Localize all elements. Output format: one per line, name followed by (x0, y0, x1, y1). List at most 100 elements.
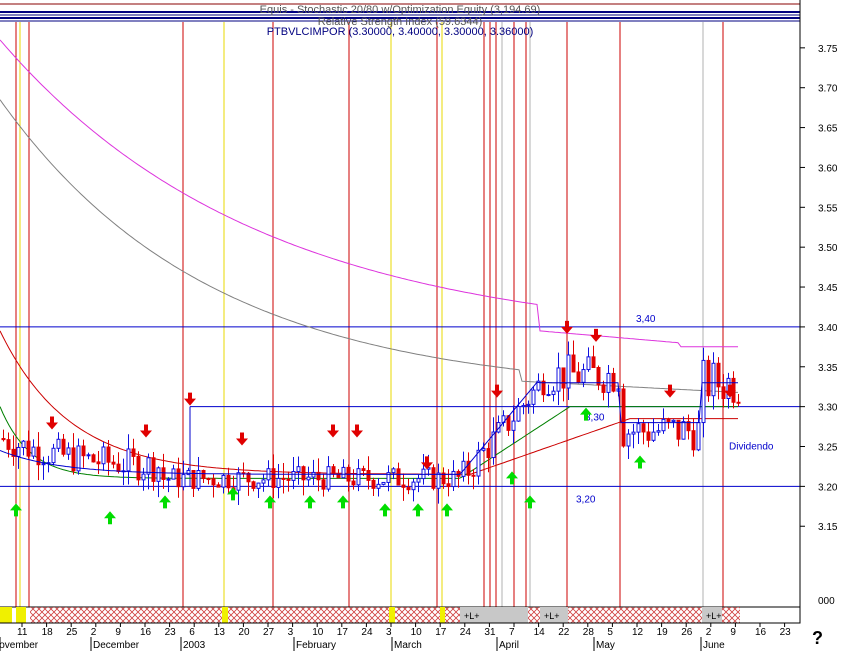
candle-body (421, 468, 426, 480)
candle-body (436, 472, 441, 489)
candle-body (201, 469, 206, 480)
candle-body (556, 367, 561, 392)
candle-body (471, 474, 476, 477)
candle-body (676, 419, 681, 440)
y-tick-label: 3.20 (818, 482, 838, 493)
candle-body (211, 478, 216, 486)
trade-marker-0: +L+ (464, 611, 480, 621)
candle-body (126, 448, 131, 472)
candle-body (521, 404, 526, 408)
x-tick-label: 12 (632, 627, 644, 638)
candle-body (446, 483, 451, 488)
candle-body (56, 438, 61, 449)
candle-body (51, 447, 56, 464)
help-icon[interactable]: ? (812, 628, 823, 649)
candle-body (306, 476, 311, 481)
trade-marker-2: +L+ (706, 611, 722, 621)
candle-body (6, 439, 11, 450)
x-tick-label: 22 (558, 627, 570, 638)
candle-body (721, 386, 726, 400)
candle-body (636, 423, 641, 433)
x-tick-label: 3 (386, 627, 392, 638)
y-tick-label: 3.30 (818, 403, 838, 414)
candle-body (331, 466, 336, 475)
x-tick-label: 3 (288, 627, 294, 638)
candle-body (701, 359, 706, 424)
x-tick-label: 27 (263, 627, 275, 638)
candle-body (411, 481, 416, 491)
x-tick-label: 26 (681, 627, 693, 638)
candle-body (161, 467, 166, 480)
candle-body (141, 473, 146, 481)
candle-body (206, 478, 211, 481)
x-tick-label: 17 (435, 627, 447, 638)
x-tick-label: 18 (42, 627, 54, 638)
candle-body (396, 468, 401, 486)
candle-body (1, 438, 6, 441)
security-title: PTBVLCIMPOR (3.30000, 3.40000, 3.30000, … (266, 26, 534, 38)
candle-body (106, 446, 111, 463)
candle-body (366, 470, 371, 481)
candle-body (151, 457, 156, 482)
x-tick-label: 7 (509, 627, 515, 638)
candle-body (216, 484, 221, 488)
x-month-label: December (93, 640, 140, 651)
x-month-label: November (0, 640, 39, 651)
candle-body (586, 356, 591, 371)
candle-body (451, 470, 456, 488)
x-month-label: April (499, 640, 519, 651)
candle-body (631, 431, 636, 435)
candle-body (41, 463, 46, 466)
y-tick-label: 3.40 (818, 323, 838, 334)
x-tick-label: 19 (657, 627, 669, 638)
x-tick-label: 14 (534, 627, 546, 638)
candle-body (576, 371, 581, 383)
candle-body (176, 468, 181, 488)
trade-strip-yellow-3 (389, 607, 395, 623)
indicator-title-stochastic: Equis - Stochastic 20/80 w/Optimization … (259, 4, 541, 16)
candle-body (696, 422, 701, 451)
candle-body (251, 481, 256, 489)
x-tick-label: 13 (214, 627, 226, 638)
candle-body (81, 445, 86, 457)
candle-body (341, 466, 346, 479)
y-tick-label: 3.25 (818, 443, 838, 454)
level-label-3-40: 3,40 (636, 314, 656, 325)
price-chart: 3,403,303,20Dividendo3.153.203.253.303.3… (0, 0, 838, 651)
candle-body (156, 467, 161, 482)
x-tick-label: 17 (337, 627, 349, 638)
candle-body (601, 384, 606, 393)
candle-body (111, 461, 116, 465)
x-tick-label: 11 (17, 627, 28, 638)
candle-body (31, 446, 36, 457)
x-month-label: March (394, 640, 422, 651)
candle-body (181, 474, 186, 488)
candle-body (96, 461, 101, 465)
candle-body (76, 445, 81, 472)
y-tick-label: 3.60 (818, 163, 838, 174)
candle-body (406, 486, 411, 491)
y-tick-label: 3.55 (818, 203, 838, 214)
candle-body (621, 388, 626, 447)
y-tick-label: 3.70 (818, 84, 838, 95)
x-tick-label: 6 (189, 627, 195, 638)
x-month-label: June (703, 640, 725, 651)
candle-body (301, 466, 306, 481)
x-tick-label: 23 (780, 627, 792, 638)
candle-body (691, 430, 696, 451)
y-tick-label: 3.75 (818, 44, 838, 55)
level-label-3-20: 3,20 (576, 494, 596, 505)
candle-body (591, 356, 596, 369)
candle-body (281, 477, 286, 480)
candle-body (736, 401, 741, 404)
candle-body (236, 472, 241, 491)
candle-body (356, 468, 361, 486)
candle-body (641, 423, 646, 433)
candle-body (561, 367, 566, 389)
x-tick-label: 5 (607, 627, 613, 638)
candle-body (61, 438, 66, 455)
candle-body (66, 447, 71, 455)
candle-body (146, 457, 151, 475)
candle-body (671, 419, 676, 422)
candle-body (431, 467, 436, 489)
